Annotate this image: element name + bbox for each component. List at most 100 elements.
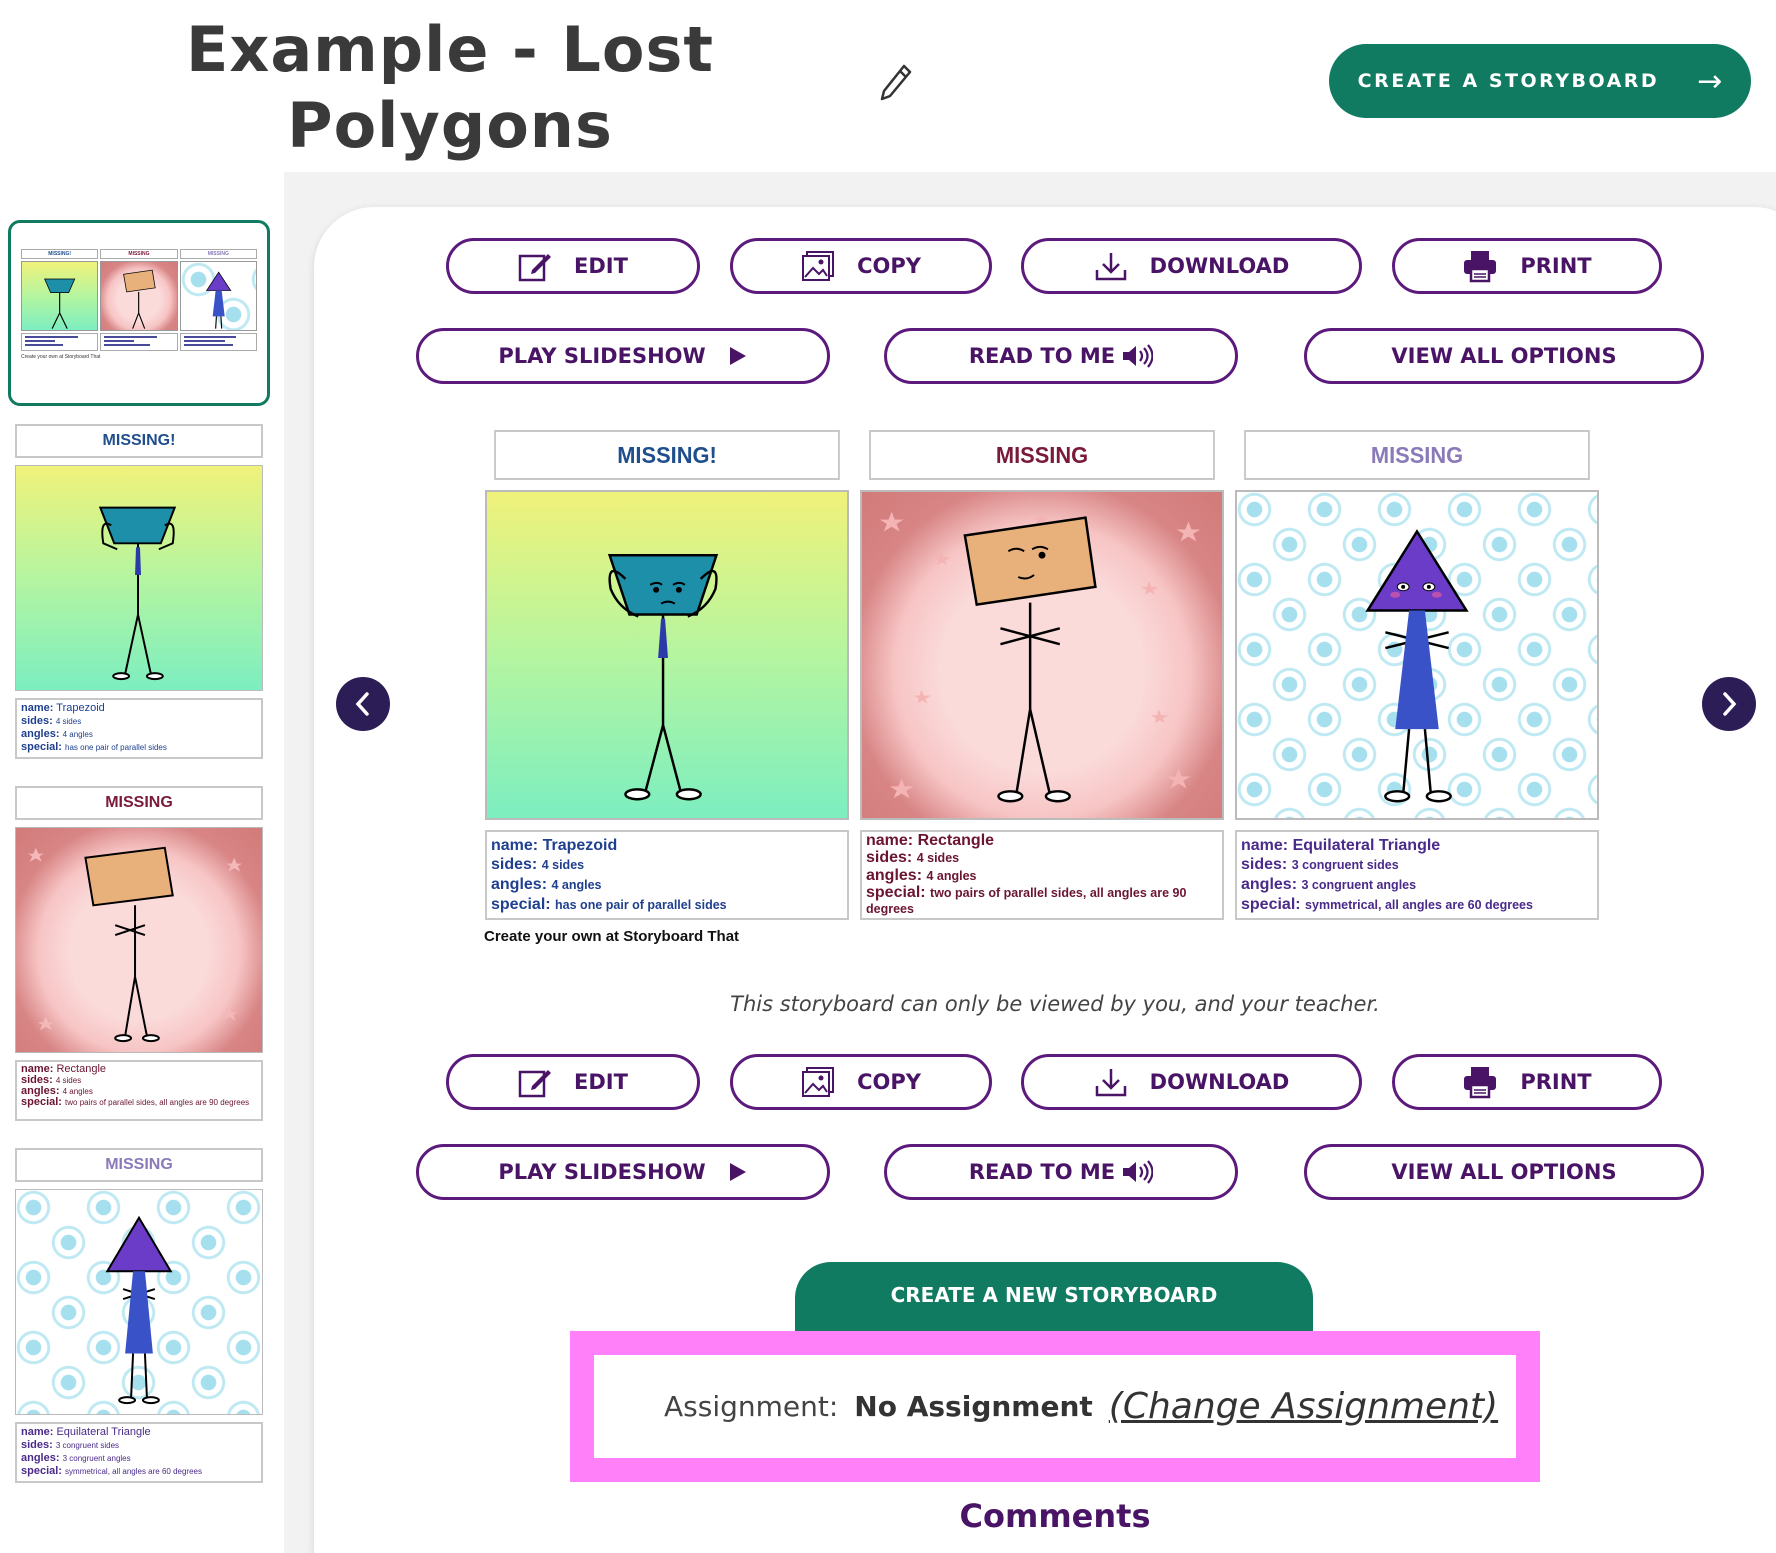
- sides-label: sides:: [21, 1439, 53, 1451]
- sidebar-cell-2[interactable]: MISSING name: Rectangle sides: 4 sides a…: [15, 786, 263, 1121]
- cell-title: MISSING!: [494, 430, 840, 480]
- angles-label: angles:: [866, 867, 923, 884]
- sidebar-cell-title: MISSING: [15, 1148, 263, 1182]
- copy-button[interactable]: COPY: [730, 238, 992, 294]
- special-value: symmetrical, all angles are 60 degrees: [1305, 898, 1533, 912]
- speaker-icon: [1123, 1160, 1154, 1184]
- play-slideshow-button-bottom[interactable]: PLAY SLIDESHOW: [416, 1144, 830, 1200]
- change-assignment-link[interactable]: (Change Assignment): [1109, 1386, 1498, 1427]
- view-all-options-label: VIEW ALL OPTIONS: [1391, 344, 1617, 368]
- preview-description: [100, 333, 178, 351]
- edit-label: EDIT: [574, 254, 628, 278]
- play-slideshow-button[interactable]: PLAY SLIDESHOW: [416, 328, 830, 384]
- copy-button-bottom[interactable]: COPY: [730, 1054, 992, 1110]
- preview-image-triangle: [179, 261, 257, 331]
- special-value: has one pair of parallel sides: [65, 743, 167, 752]
- sidebar-cell-title: MISSING!: [15, 424, 263, 458]
- preview-title: MISSING!: [21, 249, 99, 259]
- storyboard-cell-1: MISSING! name: Trapezoid sides: 4 sides …: [485, 430, 849, 920]
- special-label: special:: [21, 1096, 62, 1108]
- storyboard-credit: Create your own at Storyboard That: [484, 928, 740, 945]
- special-label: special:: [1241, 896, 1301, 913]
- download-label: DOWNLOAD: [1149, 254, 1290, 278]
- speaker-icon: [1123, 344, 1154, 368]
- create-new-storyboard-label: CREATE A NEW STORYBOARD: [890, 1283, 1218, 1307]
- create-storyboard-button[interactable]: CREATE A STORYBOARD →: [1329, 44, 1751, 118]
- name-label: name:: [1241, 837, 1289, 854]
- special-value: symmetrical, all angles are 60 degrees: [65, 1467, 202, 1476]
- preview-description: [179, 333, 257, 351]
- copy-icon: [802, 251, 835, 281]
- chevron-right-icon: [1723, 692, 1737, 716]
- special-label: special:: [491, 896, 551, 913]
- download-button[interactable]: DOWNLOAD: [1021, 238, 1362, 294]
- copy-icon: [802, 1067, 835, 1097]
- preview-image-rectangle: [100, 261, 178, 331]
- sidebar-cell-title: MISSING: [15, 786, 263, 820]
- name-label: name:: [491, 837, 539, 854]
- privacy-note: This storyboard can only be viewed by yo…: [730, 992, 1380, 1016]
- page-title: Example - Lost Polygons: [150, 12, 750, 164]
- special-label: special:: [866, 884, 926, 901]
- view-all-options-button-bottom[interactable]: VIEW ALL OPTIONS: [1304, 1144, 1704, 1200]
- page-title-line2: Polygons: [287, 89, 613, 162]
- angles-label: angles:: [21, 1452, 60, 1464]
- play-slideshow-label: PLAY SLIDESHOW: [498, 344, 706, 368]
- preview-description: [21, 333, 99, 351]
- download-icon: [1095, 1069, 1126, 1097]
- edit-icon: [518, 1070, 552, 1098]
- print-button-bottom[interactable]: PRINT: [1392, 1054, 1662, 1110]
- name-value: Equilateral Triangle: [1292, 837, 1441, 854]
- cell-title: MISSING: [1244, 430, 1590, 480]
- pencil-icon[interactable]: [878, 62, 914, 102]
- print-label: PRINT: [1520, 254, 1592, 278]
- sidebar-cell-1[interactable]: MISSING! name: Trapezoid sides: 4 sides …: [15, 424, 263, 759]
- read-to-me-label: READ TO ME: [968, 1160, 1116, 1184]
- previous-button[interactable]: [336, 677, 390, 731]
- download-button-bottom[interactable]: DOWNLOAD: [1021, 1054, 1362, 1110]
- edit-button-bottom[interactable]: EDIT: [446, 1054, 700, 1110]
- copy-label: COPY: [857, 254, 921, 278]
- assignment-panel: Assignment: No Assignment (Change Assign…: [594, 1355, 1516, 1458]
- sidebar-cell-description: name: Trapezoid sides: 4 sides angles: 4…: [15, 698, 263, 759]
- name-value: Rectangle: [917, 832, 995, 849]
- angles-value: 3 congruent angles: [62, 1454, 131, 1463]
- sidebar-cell-description: name: Rectangle sides: 4 sides angles: 4…: [15, 1060, 263, 1121]
- read-to-me-button[interactable]: READ TO ME: [884, 328, 1238, 384]
- special-value: two pairs of parallel sides, all angles …: [65, 1098, 250, 1107]
- angles-value: 3 congruent angles: [1301, 878, 1417, 892]
- sides-value: 4 sides: [55, 1076, 82, 1085]
- sides-label: sides:: [866, 849, 913, 866]
- play-slideshow-label: PLAY SLIDESHOW: [498, 1160, 706, 1184]
- create-storyboard-label: CREATE A STORYBOARD: [1357, 70, 1660, 92]
- angles-value: 4 angles: [62, 1087, 93, 1096]
- special-value: has one pair of parallel sides: [555, 898, 727, 912]
- download-label: DOWNLOAD: [1149, 1070, 1290, 1094]
- copy-label: COPY: [857, 1070, 921, 1094]
- edit-button[interactable]: EDIT: [446, 238, 700, 294]
- sidebar-storyboard-thumbnail[interactable]: MISSING! MISSING MISSING Create your own…: [8, 220, 270, 406]
- assignment-highlight: Assignment: No Assignment (Change Assign…: [570, 1331, 1540, 1482]
- sidebar-cell-3[interactable]: MISSING name: Equilateral Triangle sides…: [15, 1148, 263, 1483]
- special-label: special:: [21, 741, 62, 753]
- special-label: special:: [21, 1465, 62, 1477]
- angles-label: angles:: [1241, 876, 1298, 893]
- edit-icon: [518, 254, 552, 282]
- preview-credit: Create your own at Storyboard That: [21, 354, 101, 360]
- cell-description: name: Trapezoid sides: 4 sides angles: 4…: [485, 830, 849, 920]
- read-to-me-button-bottom[interactable]: READ TO ME: [884, 1144, 1238, 1200]
- print-button[interactable]: PRINT: [1392, 238, 1662, 294]
- next-button[interactable]: [1702, 677, 1756, 731]
- create-new-storyboard-button[interactable]: CREATE A NEW STORYBOARD: [795, 1262, 1313, 1334]
- view-all-options-label: VIEW ALL OPTIONS: [1391, 1160, 1617, 1184]
- print-icon: [1464, 251, 1497, 283]
- sides-value: 4 sides: [541, 858, 585, 872]
- sidebar-cell-description: name: Equilateral Triangle sides: 3 cong…: [15, 1422, 263, 1483]
- storyboard-cell-2: MISSING name: Rectangle sides: 4 sides a: [860, 430, 1224, 920]
- read-to-me-label: READ TO ME: [968, 344, 1116, 368]
- name-label: name:: [21, 702, 54, 714]
- cell-title: MISSING: [869, 430, 1215, 480]
- name-label: name:: [21, 1426, 54, 1438]
- view-all-options-button[interactable]: VIEW ALL OPTIONS: [1304, 328, 1704, 384]
- cell-image-triangle: [1235, 490, 1599, 820]
